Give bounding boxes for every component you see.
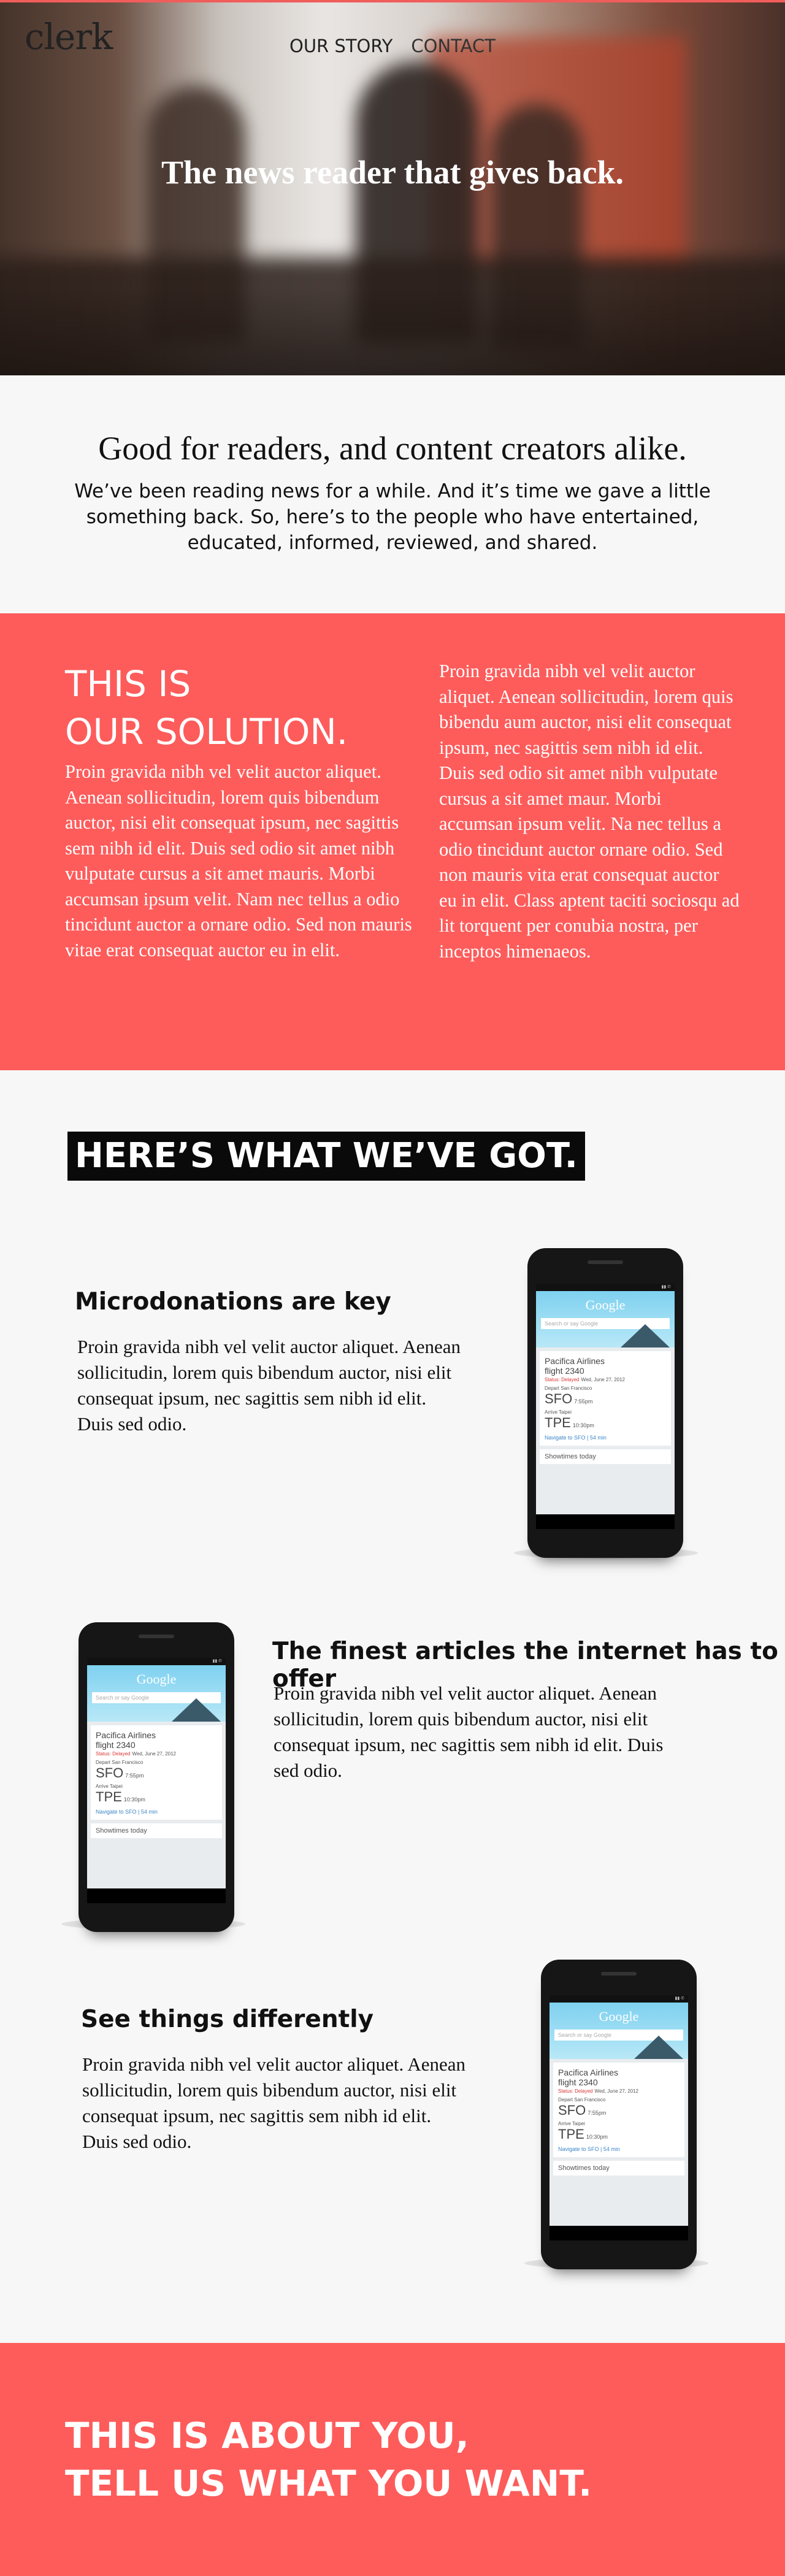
flight-card: Pacifica Airlines flight 2340 Status: De… (553, 2063, 684, 2157)
clerk-logo[interactable]: clerk (25, 16, 113, 58)
navigate-link: Navigate to SFO | 54 min (558, 2146, 620, 2152)
showtimes-card: Showtimes today (540, 1449, 671, 1464)
hero-title: The news reader that gives back. (161, 154, 624, 191)
flight-card: Pacifica Airlines flight 2340 Status: De… (540, 1351, 671, 1446)
showtimes-card: Showtimes today (553, 2161, 684, 2175)
solution-section: THIS IS OUR SOLUTION. Proin gravida nibh… (0, 613, 785, 1070)
flight-number: flight 2340 (558, 2077, 598, 2087)
showtimes-card: Showtimes today (91, 1823, 222, 1838)
feature-1-title: Microdonations are key (75, 1288, 391, 1316)
phone-nav-bar (550, 2226, 688, 2241)
intro-section: Good for readers, and content creators a… (0, 375, 785, 613)
phone-speaker (588, 1260, 623, 1264)
from-time: 7:55pm (125, 1773, 144, 1779)
google-logo: Google (599, 2009, 639, 2024)
from-code: SFO (558, 2103, 586, 2118)
arrive-label: Arrive Taipei (96, 1784, 123, 1789)
solution-left-text: Proin gravida nibh vel velit auctor aliq… (65, 761, 412, 960)
navigate-link: Navigate to SFO | 54 min (96, 1809, 158, 1815)
cta-line-1: THIS IS ABOUT YOU, (65, 2415, 469, 2456)
phone-speaker (601, 1972, 637, 1976)
flight-date: Wed, June 27, 2012 (594, 2088, 639, 2094)
airline-name: Pacifica Airlines (96, 1730, 156, 1740)
flight-card: Pacifica Airlines flight 2340 Status: De… (91, 1725, 222, 1820)
nav-contact-link[interactable]: CONTACT (411, 36, 496, 56)
flight-status: Status: Delayed (96, 1751, 131, 1757)
phone-status-bar: ▮▮ ✆ (87, 1658, 226, 1665)
arrive-label: Arrive Taipei (545, 1409, 572, 1415)
phone-speaker (139, 1635, 174, 1638)
depart-label: Depart San Francisco (558, 2097, 606, 2103)
to-code: TPE (545, 1415, 571, 1430)
solution-title-line-2: OUR SOLUTION. (65, 711, 348, 753)
arrive-label: Arrive Taipei (558, 2121, 585, 2126)
feature-1-text: Proin gravida nibh vel velit auctor aliq… (77, 1336, 461, 1435)
navigate-link: Navigate to SFO | 54 min (545, 1435, 607, 1441)
cta-line-2: TELL US WHAT YOU WANT. (65, 2463, 592, 2504)
top-accent-bar (0, 0, 785, 2)
phone-status-bar: ▮▮ ✆ (550, 1995, 688, 2003)
feature-3-title: See things differently (81, 2006, 374, 2033)
to-code: TPE (96, 1789, 122, 1804)
flight-date: Wed, June 27, 2012 (132, 1751, 177, 1757)
depart-label: Depart San Francisco (545, 1386, 592, 1391)
phone-screen: ▮▮ ✆ Google Search or say Google Pacific… (536, 1284, 675, 1514)
airline-name: Pacifica Airlines (545, 1356, 605, 1366)
phone-mockup: ▮▮ ✆ Google Search or say Google Pacific… (541, 1960, 697, 2269)
hero-shade (0, 288, 785, 375)
from-time: 7:55pm (588, 2110, 607, 2116)
google-logo: Google (585, 1297, 626, 1313)
cta-title: THIS IS ABOUT YOU, TELL US WHAT YOU WANT… (65, 2412, 592, 2507)
phone-nav-bar (87, 1888, 226, 1903)
phone-header-image: Google Search or say Google (550, 2003, 688, 2059)
phone-mockup: ▮▮ ✆ Google Search or say Google Pacific… (527, 1248, 683, 1558)
cta-section: THIS IS ABOUT YOU, TELL US WHAT YOU WANT… (0, 2343, 785, 2576)
phone-mockup: ▮▮ ✆ Google Search or say Google Pacific… (78, 1622, 234, 1932)
mountain-graphic (621, 1324, 670, 1347)
to-time: 10:30pm (572, 1422, 594, 1428)
flight-date: Wed, June 27, 2012 (581, 1377, 626, 1382)
feature-2-text: Proin gravida nibh vel velit auctor aliq… (274, 1682, 664, 1781)
phone-header-image: Google Search or say Google (536, 1291, 675, 1347)
flight-number: flight 2340 (96, 1740, 136, 1750)
from-code: SFO (545, 1391, 573, 1406)
nav-our-story-link[interactable]: OUR STORY (289, 36, 392, 56)
hero-section: clerk OUR STORY CONTACT The news reader … (0, 0, 785, 375)
solution-right-text: Proin gravida nibh vel velit auctor aliq… (439, 661, 740, 962)
mountain-graphic (634, 2036, 683, 2059)
main-nav: OUR STORY CONTACT (289, 36, 496, 56)
feature-3-text: Proin gravida nibh vel velit auctor aliq… (82, 2053, 465, 2152)
airline-name: Pacifica Airlines (558, 2068, 619, 2077)
phone-screen: ▮▮ ✆ Google Search or say Google Pacific… (550, 1995, 688, 2226)
mountain-graphic (172, 1698, 221, 1722)
from-code: SFO (96, 1765, 124, 1781)
phone-nav-bar (536, 1514, 675, 1529)
to-code: TPE (558, 2126, 584, 2142)
to-time: 10:30pm (123, 1796, 145, 1803)
flight-number: flight 2340 (545, 1366, 584, 1376)
features-section: HERE’S WHAT WE’VE GOT. Microdonations ar… (0, 1070, 785, 2343)
solution-title: THIS IS OUR SOLUTION. (65, 660, 348, 756)
phone-screen: ▮▮ ✆ Google Search or say Google Pacific… (87, 1658, 226, 1888)
phone-status-bar: ▮▮ ✆ (536, 1284, 675, 1291)
depart-label: Depart San Francisco (96, 1760, 144, 1765)
phone-header-image: Google Search or say Google (87, 1665, 226, 1722)
google-logo: Google (136, 1671, 177, 1687)
solution-title-line-1: THIS IS (65, 663, 191, 705)
intro-heading: Good for readers, and content creators a… (98, 430, 687, 467)
flight-status: Status: Delayed (558, 2088, 593, 2094)
to-time: 10:30pm (586, 2134, 608, 2140)
flight-status: Status: Delayed (545, 1377, 580, 1382)
features-heading: HERE’S WHAT WE’VE GOT. (67, 1132, 585, 1181)
from-time: 7:55pm (574, 1398, 593, 1405)
intro-body: We’ve been reading news for a while. And… (74, 480, 711, 554)
